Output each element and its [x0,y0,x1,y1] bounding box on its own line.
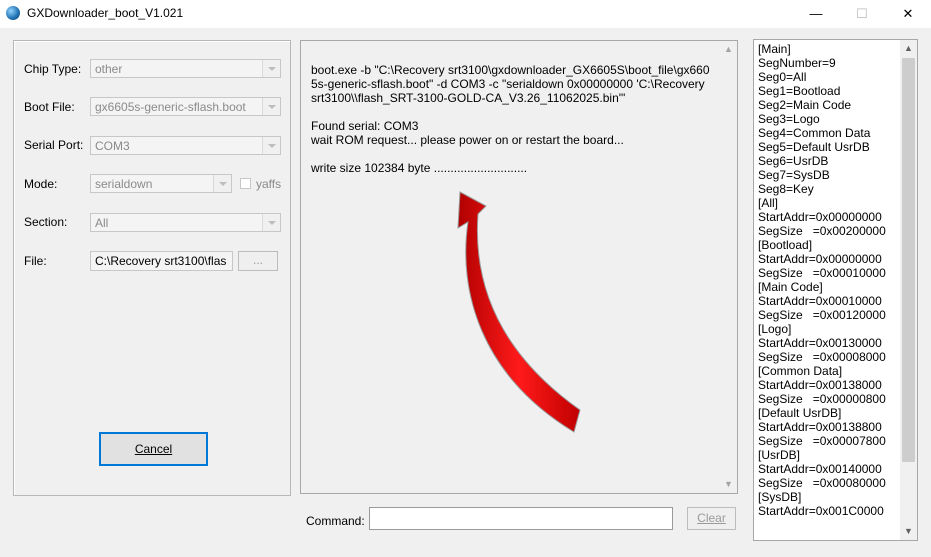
segment-line: Seg3=Logo [758,112,820,126]
title-bar: GXDownloader_boot_V1.021 — ☐ ✕ [0,0,931,28]
command-input[interactable] [369,507,673,530]
segment-line: StartAddr=0x00138800 [758,420,882,434]
segment-line: StartAddr=0x00138000 [758,378,882,392]
segment-line: [Bootload] [758,238,813,252]
segment-line: [SysDB] [758,490,802,504]
scroll-down-arrow-icon[interactable]: ▼ [900,523,917,540]
red-arrow-annotation [457,191,581,433]
segment-line: SegSize =0x00010000 [758,266,886,280]
chevron-down-icon [213,175,231,192]
minimize-button[interactable]: — [793,0,839,28]
scroll-down-arrow-icon[interactable]: ▼ [720,476,737,493]
boot-file-select[interactable]: gx6605s-generic-sflash.boot [90,97,281,116]
segment-info-panel[interactable]: [Main] SegNumber=9 Seg0=All Seg1=Bootload Se… [753,39,918,541]
segment-line: StartAddr=0x001C0000 [758,504,884,518]
scroll-thumb[interactable] [902,58,915,462]
section-select[interactable]: All [90,213,281,232]
scroll-up-arrow-icon[interactable]: ▲ [900,40,917,57]
chevron-down-icon [262,214,280,231]
segment-line: SegSize =0x00080000 [758,476,886,490]
segment-line: SegSize =0x00008000 [758,350,886,364]
chevron-down-icon [262,98,280,115]
mode-select[interactable]: serialdown [90,174,232,193]
segment-line: Seg6=UsrDB [758,154,829,168]
chip-type-value: other [95,62,123,76]
segment-line: [Logo] [758,322,792,336]
chevron-down-icon [262,137,280,154]
segment-line: SegSize =0x00120000 [758,308,886,322]
output-line: Found serial: COM3 wait ROM request... p… [311,119,624,147]
segment-line: SegSize =0x00000800 [758,392,886,406]
segment-line: Seg4=Common Data [758,126,871,140]
command-label: Command: [306,514,365,528]
serial-port-select[interactable]: COM3 [90,136,281,155]
segment-line: Seg1=Bootload [758,84,841,98]
segment-line: [UsrDB] [758,448,800,462]
window-title: GXDownloader_boot_V1.021 [27,6,184,20]
yaffs-label: yaffs [256,177,282,191]
output-scrollbar[interactable]: ▲ ▼ [720,41,737,493]
section-value: All [95,216,109,230]
serial-port-label: Serial Port: [24,138,84,152]
chip-type-label: Chip Type: [24,62,82,76]
segment-line: SegSize =0x00007800 [758,434,886,448]
segment-line: [Main] [758,42,791,56]
maximize-button[interactable]: ☐ [839,0,885,28]
segment-line: [Main Code] [758,280,823,294]
clear-button[interactable]: Clear [687,507,736,530]
segment-line: StartAddr=0x00130000 [758,336,882,350]
file-label: File: [24,254,47,268]
segment-line: Seg7=SysDB [758,168,830,182]
browse-button[interactable]: ... [238,251,278,271]
mode-value: serialdown [95,177,153,191]
segment-line: StartAddr=0x00010000 [758,294,882,308]
file-path-field[interactable]: C:\Recovery srt3100\flas [90,251,233,271]
segment-line: SegNumber=9 [758,56,836,70]
scroll-up-arrow-icon[interactable]: ▲ [720,41,737,58]
segment-line: StartAddr=0x00000000 [758,210,882,224]
file-path-value: C:\Recovery srt3100\flas [95,254,227,268]
segment-line: SegSize =0x00200000 [758,224,886,238]
yaffs-checkbox[interactable] [240,178,251,189]
chevron-down-icon [262,60,280,77]
section-label: Section: [24,215,68,229]
segment-list: [Main] SegNumber=9 Seg0=All Seg1=Bootload Se… [758,42,898,518]
segment-line: [Common Data] [758,364,843,378]
segment-line: Seg8=Key [758,182,814,196]
segment-line: StartAddr=0x00000000 [758,252,882,266]
close-button[interactable]: ✕ [885,0,931,28]
cancel-button[interactable]: Cancel [99,432,208,466]
segment-line: Seg2=Main Code [758,98,852,112]
arrow-shape [457,191,581,433]
serial-port-value: COM3 [95,139,130,153]
segment-line: [Default UsrDB] [758,406,842,420]
mode-label: Mode: [24,177,58,191]
segment-line: StartAddr=0x00140000 [758,462,882,476]
output-line: boot.exe -b "C:\Recovery srt3100\gxdownl… [311,63,710,105]
segment-line: Seg5=Default UsrDB [758,140,870,154]
boot-file-value: gx6605s-generic-sflash.boot [95,100,246,114]
chip-type-select[interactable]: other [90,59,281,78]
segment-scrollbar[interactable]: ▲ ▼ [900,40,917,540]
segment-line: Seg0=All [758,70,807,84]
segment-line: [All] [758,196,779,210]
boot-file-label: Boot File: [24,100,75,114]
app-globe-icon [6,6,20,20]
